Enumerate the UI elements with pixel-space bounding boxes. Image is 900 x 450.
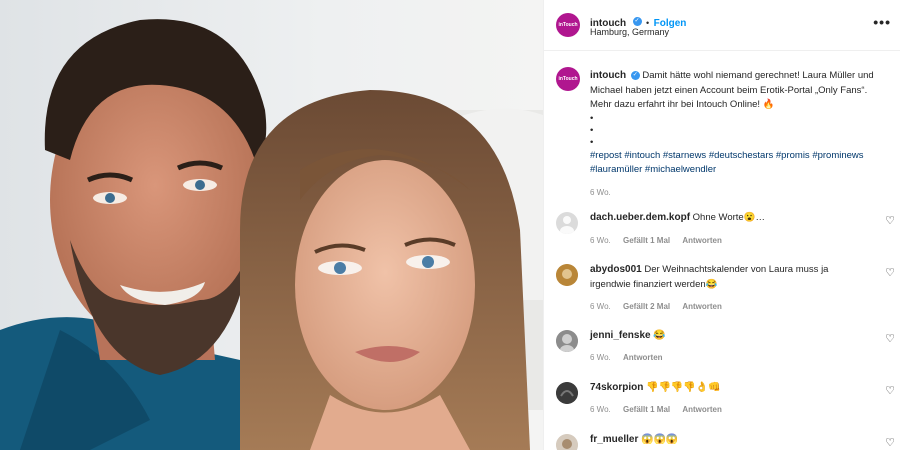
comment-likes[interactable]: Gefällt 2 Mal xyxy=(623,302,670,311)
caption-dot-1: • xyxy=(590,112,594,124)
comment-meta: 6 Wo. Gefällt 1 Mal Antworten xyxy=(590,405,732,414)
post-caption: intouch ✓ Damit hätte wohl niemand gerec… xyxy=(590,69,890,200)
comment-body: fr_mueller 😱😱😱 xyxy=(590,433,870,448)
comment-meta: 6 Wo. Gefällt 2 Mal Antworten xyxy=(590,302,732,311)
user-photo-icon xyxy=(556,330,578,352)
user-photo-icon xyxy=(556,264,578,286)
reply-button[interactable]: Antworten xyxy=(623,353,663,362)
intouch-avatar[interactable]: inTouch xyxy=(556,13,580,37)
post-side-panel: inTouch intouch ✓ • Folgen Hamburg, Germ… xyxy=(543,0,900,450)
caption-dot-2: • xyxy=(590,124,594,136)
caption-brand-logo-text: inTouch xyxy=(558,76,578,82)
caption-hashtags[interactable]: #repost #intouch #starnews #deutschestar… xyxy=(590,149,890,178)
verified-badge-icon: ✓ xyxy=(632,17,642,27)
comment-text: 😂 xyxy=(653,330,666,341)
default-avatar-icon xyxy=(560,216,574,234)
comment-username[interactable]: jenni_fenske xyxy=(590,330,651,341)
comment-text: Ohne Worte😮… xyxy=(692,212,766,223)
post-photo[interactable] xyxy=(0,0,543,450)
comment-avatar[interactable] xyxy=(556,434,578,450)
comment-username[interactable]: dach.ueber.dem.kopf xyxy=(590,212,690,223)
like-heart-icon[interactable]: ♡ xyxy=(885,266,895,279)
user-photo-icon xyxy=(556,434,578,450)
comment-time[interactable]: 6 Wo. xyxy=(590,405,611,414)
like-heart-icon[interactable]: ♡ xyxy=(885,436,895,449)
user-photo-icon xyxy=(556,382,578,404)
comment-time[interactable]: 6 Wo. xyxy=(590,353,611,362)
comment-username[interactable]: fr_mueller xyxy=(590,434,638,445)
comment-avatar[interactable] xyxy=(556,264,578,286)
comment-meta: 6 Wo. Gefällt 1 Mal Antworten xyxy=(590,236,732,245)
reply-button[interactable]: Antworten xyxy=(682,405,722,414)
comment-likes[interactable]: Gefällt 1 Mal xyxy=(623,405,670,414)
comment-time[interactable]: 6 Wo. xyxy=(590,236,611,245)
comment-likes[interactable]: Gefällt 1 Mal xyxy=(623,236,670,245)
comment-username[interactable]: abydos001 xyxy=(590,264,642,275)
comment-avatar[interactable] xyxy=(556,212,578,234)
caption-avatar[interactable]: inTouch xyxy=(556,67,580,91)
more-options-icon[interactable]: ••• xyxy=(873,14,891,30)
reply-button[interactable]: Antworten xyxy=(682,236,722,245)
comment-body: abydos001 Der Weihnachtskalender von Lau… xyxy=(590,263,870,292)
comment-body: jenni_fenske 😂 xyxy=(590,329,870,344)
comment-username[interactable]: 74skorpion xyxy=(590,382,643,393)
caption-dot-3: • xyxy=(590,136,594,148)
instagram-post-view: inTouch intouch ✓ • Folgen Hamburg, Germ… xyxy=(0,0,900,450)
post-header: inTouch intouch ✓ • Folgen Hamburg, Germ… xyxy=(544,0,900,51)
caption-verified-icon: ✓ xyxy=(630,70,640,80)
comment-text: 👎👎👎👎👌👊 xyxy=(646,382,721,393)
like-heart-icon[interactable]: ♡ xyxy=(885,332,895,345)
like-heart-icon[interactable]: ♡ xyxy=(885,384,895,397)
comment-text: 😱😱😱 xyxy=(641,434,679,445)
caption-username[interactable]: intouch xyxy=(590,70,626,81)
comment-time[interactable]: 6 Wo. xyxy=(590,302,611,311)
like-heart-icon[interactable]: ♡ xyxy=(885,214,895,227)
comment-meta: 6 Wo. Antworten xyxy=(590,353,673,362)
selfie-image xyxy=(0,0,543,450)
caption-time[interactable]: 6 Wo. xyxy=(590,186,890,201)
reply-button[interactable]: Antworten xyxy=(682,302,722,311)
post-location[interactable]: Hamburg, Germany xyxy=(590,27,669,37)
comment-body: 74skorpion 👎👎👎👎👌👊 xyxy=(590,381,870,396)
comment-avatar[interactable] xyxy=(556,330,578,352)
brand-logo-text: inTouch xyxy=(558,22,578,28)
comment-body: dach.ueber.dem.kopf Ohne Worte😮… xyxy=(590,211,870,226)
comment-avatar[interactable] xyxy=(556,382,578,404)
